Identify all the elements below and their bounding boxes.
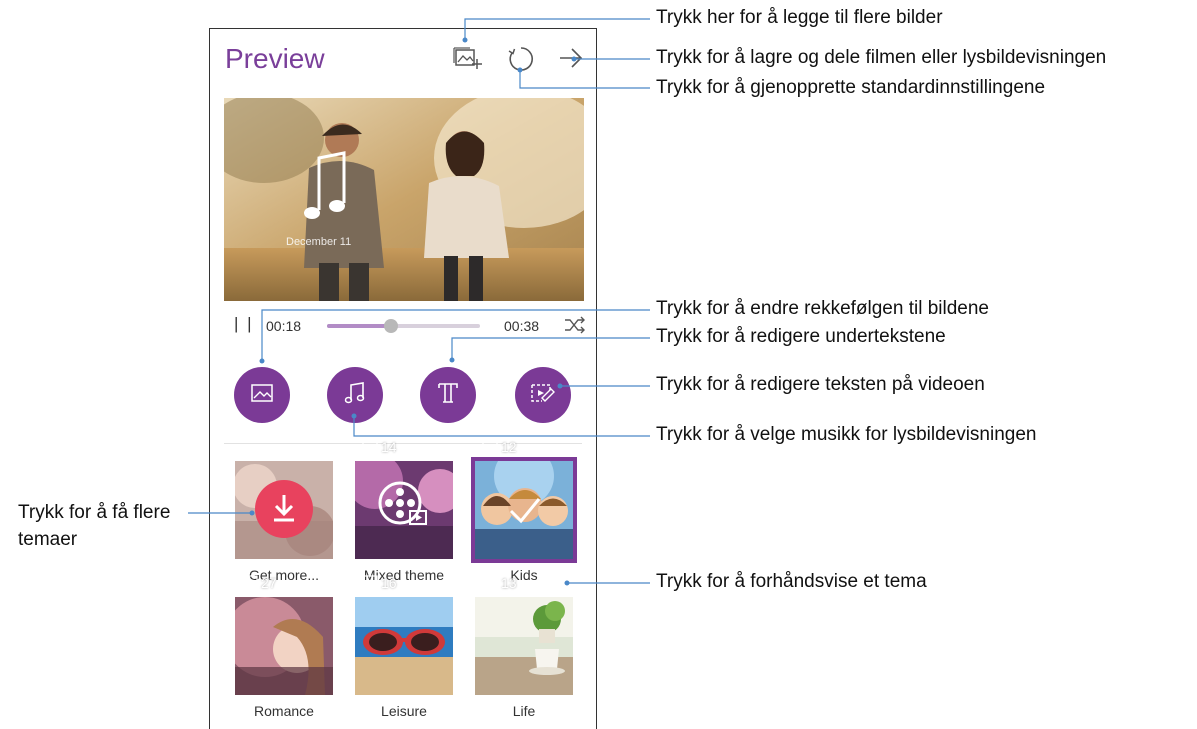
callout-lines [188,18,650,586]
callout-music: Trykk for å velge musikk for lysbildevis… [656,424,1037,445]
callout-add-photos: Trykk her for å legge til flere bilder [656,7,943,28]
callout-reorder: Trykk for å endre rekkefølgen til bilden… [656,298,990,319]
callout-preview-theme: Trykk for å forhåndsvise et tema [656,571,927,592]
callout-video-text: Trykk for å redigere teksten på videoen [656,374,985,395]
callout-reset: Trykk for å gjenopprette standardinnstil… [656,77,1046,98]
callout-subtitles: Trykk for å redigere undertekstene [656,326,946,347]
callout-more-themes: Trykk for å få flere temaer [18,502,171,550]
callout-save-share: Trykk for å lagre og dele filmen eller l… [656,47,1107,68]
